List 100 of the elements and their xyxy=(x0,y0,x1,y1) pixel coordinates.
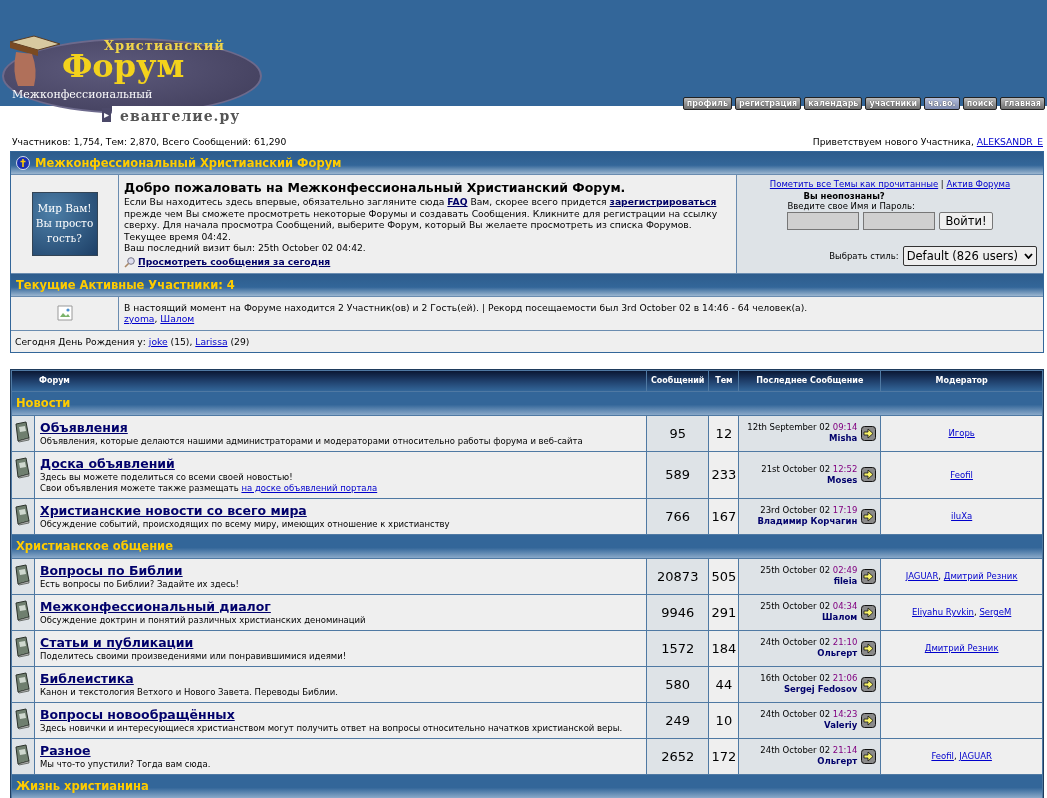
post-date: 16th October 02 xyxy=(760,673,832,683)
topics-count: 172 xyxy=(709,738,739,774)
today-posts-link[interactable]: Просмотреть сообщения за сегодня xyxy=(138,255,331,268)
post-time: 21:14 xyxy=(832,745,858,755)
moderator-link[interactable]: Feofil xyxy=(931,751,954,761)
category-title[interactable]: Жизнь христианина xyxy=(16,779,149,793)
moderator-link[interactable]: JAGUAR xyxy=(959,751,992,761)
post-date: 25th October 02 xyxy=(760,601,832,611)
forum-title-link[interactable]: Библеистика xyxy=(40,670,134,687)
moderator-link[interactable]: Feofil xyxy=(950,469,973,480)
forum-description: Поделитесь своими произведениями или понравившимися идеями! xyxy=(40,650,348,662)
category-title[interactable]: Христианское общение xyxy=(16,539,173,553)
arrow-right-icon[interactable] xyxy=(861,604,877,620)
text-link[interactable]: на доске объявлений портала xyxy=(241,482,378,493)
arrow-right-icon[interactable] xyxy=(861,568,877,584)
posts-count: 1572 xyxy=(647,630,709,666)
login-button[interactable]: Войти! xyxy=(939,212,993,230)
text-link[interactable]: FAQ xyxy=(447,196,468,207)
moderator-link[interactable]: Дмитрий Резник xyxy=(943,571,1018,581)
welcome-text: Если Вы находитесь здесь впервые, обязательно загляните сюда FAQ Вам, скорее всего придется зарегистрироваться прежде чем Вы сможете просмотреть некоторые Форумы и создавать Сообщения. Кликните для регистрации на ссылку сверху. Для начала просмотра Сообщений, выберите Форум, который Вы желаете просмотреть из списка Форумов. xyxy=(124,196,719,231)
forum-title-link[interactable]: Статьи и публикации xyxy=(40,634,194,651)
arrow-right-icon[interactable] xyxy=(861,425,877,441)
forum-title-link[interactable]: Вопросы новообращённых xyxy=(40,706,235,723)
user-link[interactable]: Шалом xyxy=(160,313,195,324)
posts-count: 95 xyxy=(647,415,709,451)
forum-description: Свои объявления можете также размещать на доске объявлений портала xyxy=(40,482,379,494)
post-time: 21:06 xyxy=(832,673,858,683)
post-date: 24th October 02 xyxy=(760,745,832,755)
password-field[interactable] xyxy=(863,212,936,230)
post-time: 04:34 xyxy=(832,601,858,611)
forum-description: Здесь новички и интересующиеся христианством могут получить ответ на вопросы относительно начатков христианской веры. xyxy=(40,722,624,734)
column-header: Тем xyxy=(709,370,739,391)
text-link[interactable]: зарегистрироваться xyxy=(609,196,717,207)
moderator-link[interactable]: Игорь xyxy=(948,428,975,438)
forum-title-link[interactable]: Межконфессиональный диалог xyxy=(40,598,271,615)
style-select[interactable]: Default (826 users) xyxy=(902,246,1037,266)
category-title[interactable]: Новости xyxy=(16,396,71,410)
forum-description: Обсуждение доктрин и понятий различных христианских деноминаций xyxy=(40,614,367,626)
forum-title-link[interactable]: Вопросы по Библии xyxy=(40,562,183,579)
forum-title-link[interactable]: Объявления xyxy=(40,419,128,436)
post-date: 25th October 02 xyxy=(760,565,832,575)
book-icon xyxy=(13,635,31,658)
arrow-right-icon[interactable] xyxy=(861,712,877,728)
user-link[interactable]: Larissa xyxy=(195,335,228,347)
post-author[interactable]: Sergej Fedosov xyxy=(760,684,858,695)
posts-count: 9946 xyxy=(647,594,709,630)
column-header: Сообщений xyxy=(647,370,709,391)
text-link[interactable]: Актив Форума xyxy=(946,179,1011,189)
posts-count: 580 xyxy=(647,666,709,702)
arrow-right-icon[interactable] xyxy=(861,640,877,656)
post-author[interactable]: Moses xyxy=(761,474,858,486)
moderators-text: Eliyahu Ryvkin, SergeM xyxy=(912,607,1012,617)
arrow-right-icon[interactable] xyxy=(861,748,877,764)
topics-count: 12 xyxy=(709,415,739,451)
posts-count: 2652 xyxy=(647,738,709,774)
book-icon xyxy=(13,563,31,586)
topics-count: 233 xyxy=(709,451,739,498)
post-date: 12th September 02 xyxy=(747,422,832,432)
panel-title: Межконфессиональный Христианский Форум xyxy=(35,156,342,170)
last-visit: Ваш последний визит был: 25th October 02 04:42. xyxy=(124,242,367,254)
post-author[interactable]: Шалом xyxy=(760,612,858,623)
banner-text: Мир Вам! Вы просто гость? xyxy=(35,201,94,247)
login-prompt: Вы неопознаны? xyxy=(803,191,885,201)
moderator-link[interactable]: iluXa xyxy=(951,511,973,521)
arrow-right-icon[interactable] xyxy=(861,508,877,524)
column-header: Последнее Сообщение xyxy=(739,370,881,391)
post-author[interactable]: Ольгерт xyxy=(760,648,858,659)
arrow-right-icon[interactable] xyxy=(861,676,877,692)
post-author[interactable]: Misha xyxy=(747,433,858,444)
username-field[interactable] xyxy=(787,212,860,230)
arrow-right-icon[interactable] xyxy=(861,467,877,482)
forum-title-link[interactable]: Христианские новости со всего мира xyxy=(40,502,307,519)
book-icon xyxy=(13,743,31,766)
moderator-link[interactable]: SergeM xyxy=(979,607,1012,617)
book-icon xyxy=(13,707,31,730)
forum-stats: Участников: 1,754, Тем: 2,870, Всего Сообщений: 61,290 xyxy=(12,136,287,147)
post-author[interactable]: Владимир Корчагин xyxy=(757,516,858,527)
greeting-text: Приветствуем нового Участника, ALEKSANDR_E xyxy=(812,136,1043,147)
forum-description: Обсуждение событий, происходящих по всему миру, имеющих отношение к христианству xyxy=(40,518,451,530)
search-icon xyxy=(124,255,136,268)
moderator-link[interactable]: Дмитрий Резник xyxy=(924,643,999,653)
birthdays-text: Сегодня День Рождения у: joke (15), Larissa (29) xyxy=(15,335,250,347)
post-time: 09:14 xyxy=(832,422,858,432)
forum-description: Здесь вы можете поделиться со всеми своей новостью! xyxy=(40,471,294,483)
post-author[interactable]: Ольгерт xyxy=(760,756,858,767)
post-time: 17:19 xyxy=(832,505,858,515)
user-link[interactable]: joke xyxy=(148,335,168,347)
topics-count: 184 xyxy=(709,630,739,666)
online-users: zyoma, Шалом xyxy=(124,313,196,325)
post-author[interactable]: Valeriy xyxy=(760,720,858,731)
book-icon xyxy=(13,420,31,443)
text-link[interactable]: Пометить все Темы как прочитанные xyxy=(769,179,939,189)
topics-count: 291 xyxy=(709,594,739,630)
post-time: 14:23 xyxy=(832,709,858,719)
user-link[interactable]: ALEKSANDR_E xyxy=(976,136,1043,147)
post-author[interactable]: fileia xyxy=(760,576,858,587)
forum-title-link[interactable]: Доска объявлений xyxy=(40,455,175,472)
moderator-link[interactable]: Eliyahu Ryvkin xyxy=(912,607,974,617)
forum-description: Объявления, которые делаются нашими администраторами и модераторами относительно работы форума и веб-сайта xyxy=(40,435,584,447)
forum-title-link[interactable]: Разное xyxy=(40,742,91,759)
